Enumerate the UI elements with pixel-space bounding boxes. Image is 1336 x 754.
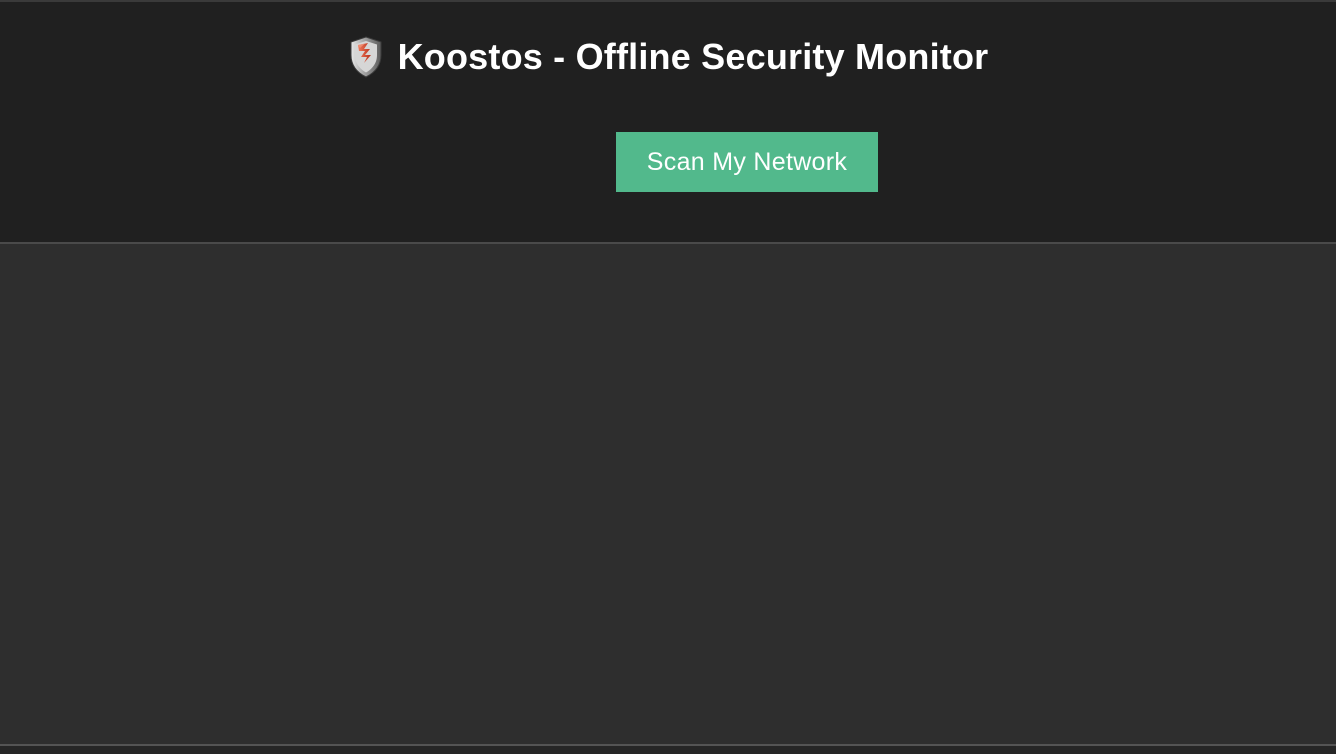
app-header: Koostos - Offline Security Monitor Scan …	[0, 2, 1336, 244]
window-footer-strip	[0, 746, 1336, 754]
shield-icon	[348, 35, 384, 79]
app-window: Koostos - Offline Security Monitor Scan …	[0, 0, 1336, 754]
scan-network-button[interactable]: Scan My Network	[616, 132, 878, 192]
page-title: Koostos - Offline Security Monitor	[397, 36, 989, 77]
results-area	[0, 244, 1336, 744]
title-row: Koostos - Offline Security Monitor	[0, 34, 1336, 80]
